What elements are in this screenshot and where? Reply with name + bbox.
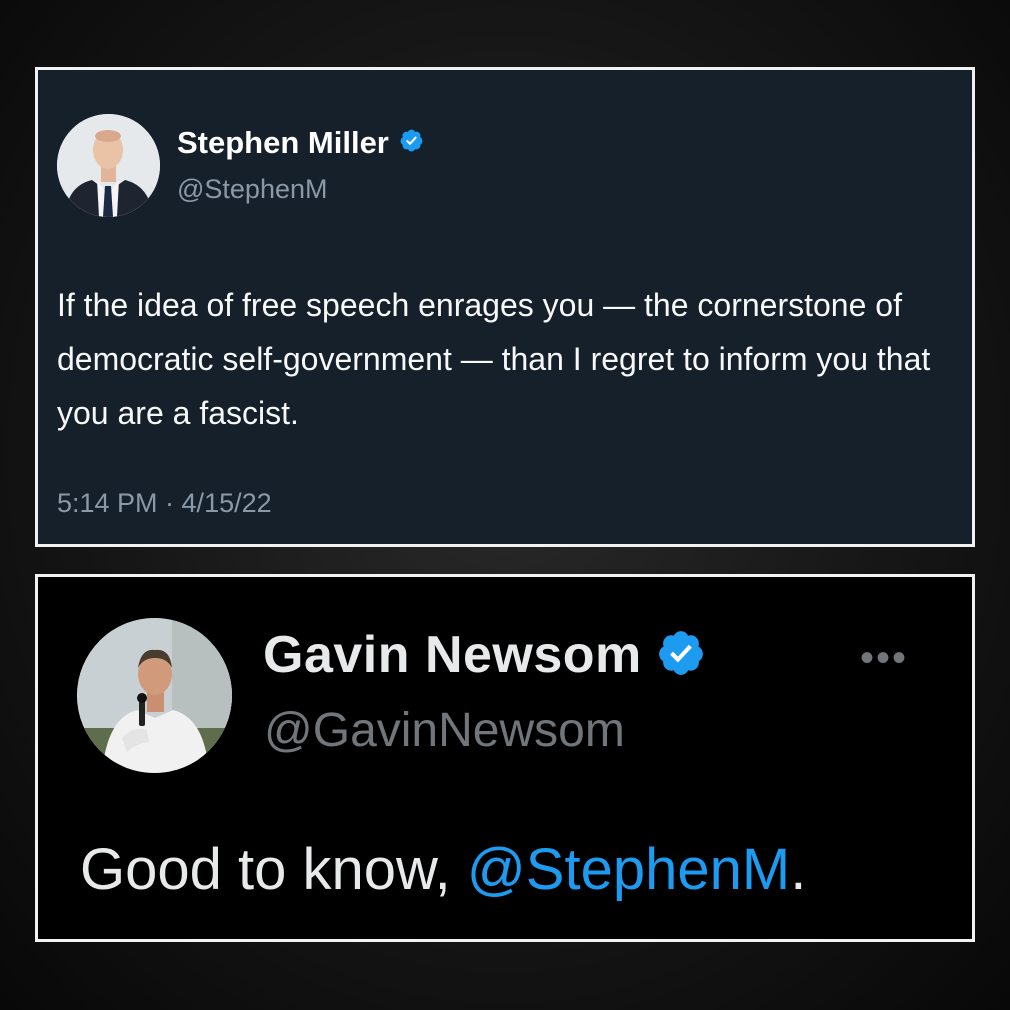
more-options-icon[interactable]: ••• bbox=[860, 638, 908, 678]
tweet-text: Good to know, @StephenM. bbox=[80, 835, 960, 905]
tweet-text: If the idea of free speech enrages you —… bbox=[57, 287, 931, 431]
author-name-row: Stephen Miller bbox=[177, 125, 424, 161]
author-display-name[interactable]: Gavin Newsom bbox=[263, 625, 642, 685]
avatar[interactable] bbox=[77, 618, 232, 773]
avatar-photo bbox=[57, 114, 160, 217]
author-display-name[interactable]: Stephen Miller bbox=[177, 125, 389, 161]
tweet-card-stephen-miller: Stephen Miller @StephenM If the idea of … bbox=[35, 67, 975, 547]
avatar[interactable] bbox=[57, 114, 160, 217]
tweet-text-suffix: . bbox=[790, 837, 807, 902]
author-handle[interactable]: @GavinNewsom bbox=[264, 703, 625, 758]
author-name-row: Gavin Newsom bbox=[263, 625, 706, 685]
tweet-text-prefix: Good to know, bbox=[80, 837, 467, 902]
author-handle[interactable]: @StephenM bbox=[177, 174, 328, 205]
verified-badge-icon bbox=[656, 628, 706, 683]
avatar-photo bbox=[77, 618, 232, 773]
tweet-card-gavin-newsom: Gavin Newsom @GavinNewsom ••• Good to kn… bbox=[35, 574, 975, 942]
verified-badge-icon bbox=[399, 128, 424, 158]
mention-link[interactable]: @StephenM bbox=[467, 837, 790, 902]
tweet-timestamp[interactable]: 5:14 PM · 4/15/22 bbox=[57, 488, 272, 519]
